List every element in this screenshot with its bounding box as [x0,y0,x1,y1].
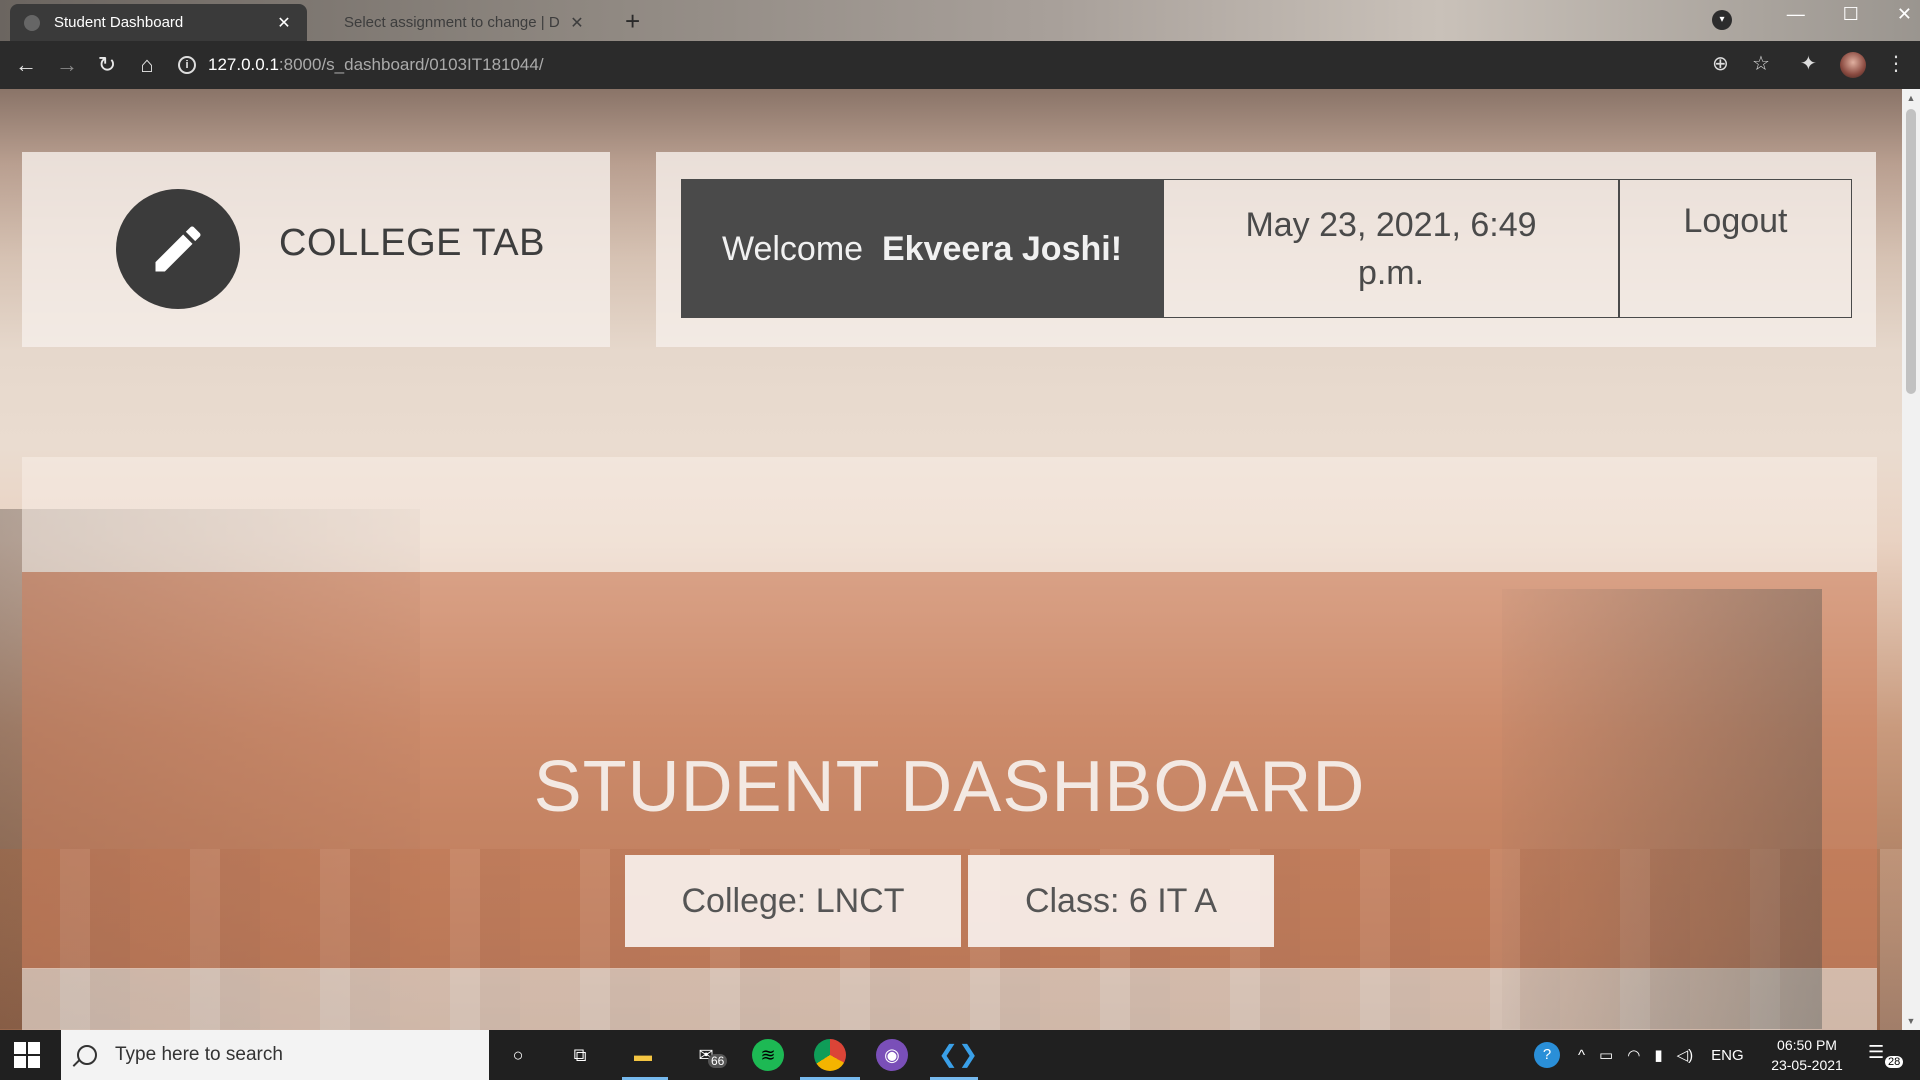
chrome-icon[interactable] [814,1039,846,1071]
tab-strip: Student Dashboard ✕ Select assignment to… [0,0,1920,41]
clock-time: 06:50 PM [1777,1037,1837,1053]
back-icon[interactable]: ← [12,51,40,79]
tab-close-icon[interactable]: ✕ [275,13,293,33]
cortana-icon[interactable]: ○ [502,1039,534,1071]
welcome-panel: Welcome Ekveera Joshi! [681,179,1163,318]
url-host: 127.0.0.1 [208,55,279,74]
tab-select-assignment[interactable]: Select assignment to change | D ✕ [330,4,600,41]
taskbar: Type here to search ○ ⧉ ▬ ✉ 66 ≋ ◉ ❮❯ ? … [0,1030,1920,1080]
file-explorer-icon[interactable]: ▬ [627,1039,659,1071]
zoom-icon[interactable]: ⊕ [1712,51,1729,76]
tab-close-icon[interactable]: ✕ [568,13,586,33]
mail-badge: 66 [708,1054,728,1068]
user-name: Ekveera Joshi! [881,229,1123,268]
home-icon[interactable]: ⌂ [133,51,161,79]
notification-badge: 28 [1885,1056,1904,1068]
scroll-up-icon[interactable]: ▲ [1902,93,1920,103]
logout-button[interactable]: Logout [1619,179,1852,318]
spotify-icon[interactable]: ≋ [752,1039,784,1071]
help-icon[interactable]: ? [1534,1042,1560,1068]
page-scrollbar[interactable]: ▲ ▼ [1902,89,1920,1030]
welcome-prefix: Welcome [721,229,864,268]
tab-student-dashboard[interactable]: Student Dashboard ✕ [10,4,307,41]
window-controls: — ☐ ✕ [1787,4,1912,25]
scroll-down-icon[interactable]: ▼ [1902,1016,1920,1026]
tab-favicon-icon [24,14,40,31]
tab-title: Select assignment to change | D [344,14,560,31]
class-badge: Class: 6 IT A [968,855,1274,947]
pencil-icon [116,189,240,309]
window-close-icon[interactable]: ✕ [1897,4,1912,25]
minimize-icon[interactable]: — [1787,4,1805,25]
tab-search-icon[interactable]: ▾ [1712,10,1732,30]
system-tray: ? ^ ▭ ◠ ▮ ◁) ENG [1534,1030,1744,1080]
search-placeholder: Type here to search [115,1044,283,1065]
notifications-icon[interactable]: ☰ [1868,1042,1884,1063]
device-icon[interactable]: ▭ [1599,1046,1613,1064]
pencil-icon-svg [155,226,201,272]
scrollbar-thumb[interactable] [1906,109,1916,394]
bookmark-star-icon[interactable]: ☆ [1752,51,1770,76]
vscode-icon[interactable]: ❮❯ [938,1039,978,1071]
wifi-icon[interactable]: ◠ [1627,1046,1640,1064]
windows-start-icon[interactable] [14,1042,40,1068]
bottom-band [22,968,1877,1030]
menu-icon[interactable]: ⋮ [1886,51,1906,76]
clock-date: 23-05-2021 [1771,1057,1843,1073]
user-info-card: Welcome Ekveera Joshi! May 23, 2021, 6:4… [656,152,1876,347]
github-icon[interactable]: ◉ [876,1039,908,1071]
profile-avatar[interactable] [1840,52,1866,78]
language-indicator[interactable]: ENG [1711,1047,1744,1064]
brand-card: COLLEGE TAB [22,152,610,347]
brand-title: COLLEGE TAB [279,222,545,264]
search-icon [77,1045,97,1065]
extensions-icon[interactable]: ✦ [1800,51,1817,76]
browser-toolbar: ← → ↻ ⌂ i 127.0.0.1:8000/s_dashboard/010… [0,41,1920,89]
page-viewport: COLLEGE TAB Welcome Ekveera Joshi! May 2… [0,89,1902,1030]
page-title: STUDENT DASHBOARD [533,747,1366,827]
current-datetime: May 23, 2021, 6:49 p.m. [1163,179,1619,318]
college-badge: College: LNCT [625,855,961,947]
taskbar-search-input[interactable]: Type here to search [61,1030,489,1080]
reload-icon[interactable]: ↻ [93,51,121,79]
taskbar-clock[interactable]: 06:50 PM 23-05-2021 [1762,1035,1852,1075]
site-info-icon[interactable]: i [178,56,196,74]
forward-icon[interactable]: → [53,51,81,79]
dashboard-banner: STUDENT DASHBOARD College: LNCT Class: 6… [22,572,1877,969]
new-tab-icon[interactable]: + [625,6,640,37]
volume-icon[interactable]: ◁) [1677,1046,1694,1064]
url-path: :8000/s_dashboard/0103IT181044/ [278,55,544,74]
maximize-icon[interactable]: ☐ [1843,4,1859,25]
battery-icon[interactable]: ▮ [1654,1046,1662,1064]
address-bar[interactable]: i 127.0.0.1:8000/s_dashboard/0103IT18104… [178,47,1738,83]
task-view-icon[interactable]: ⧉ [564,1039,596,1071]
top-band [22,457,1877,572]
tab-title: Student Dashboard [54,14,184,31]
tray-overflow-icon[interactable]: ^ [1578,1047,1585,1064]
